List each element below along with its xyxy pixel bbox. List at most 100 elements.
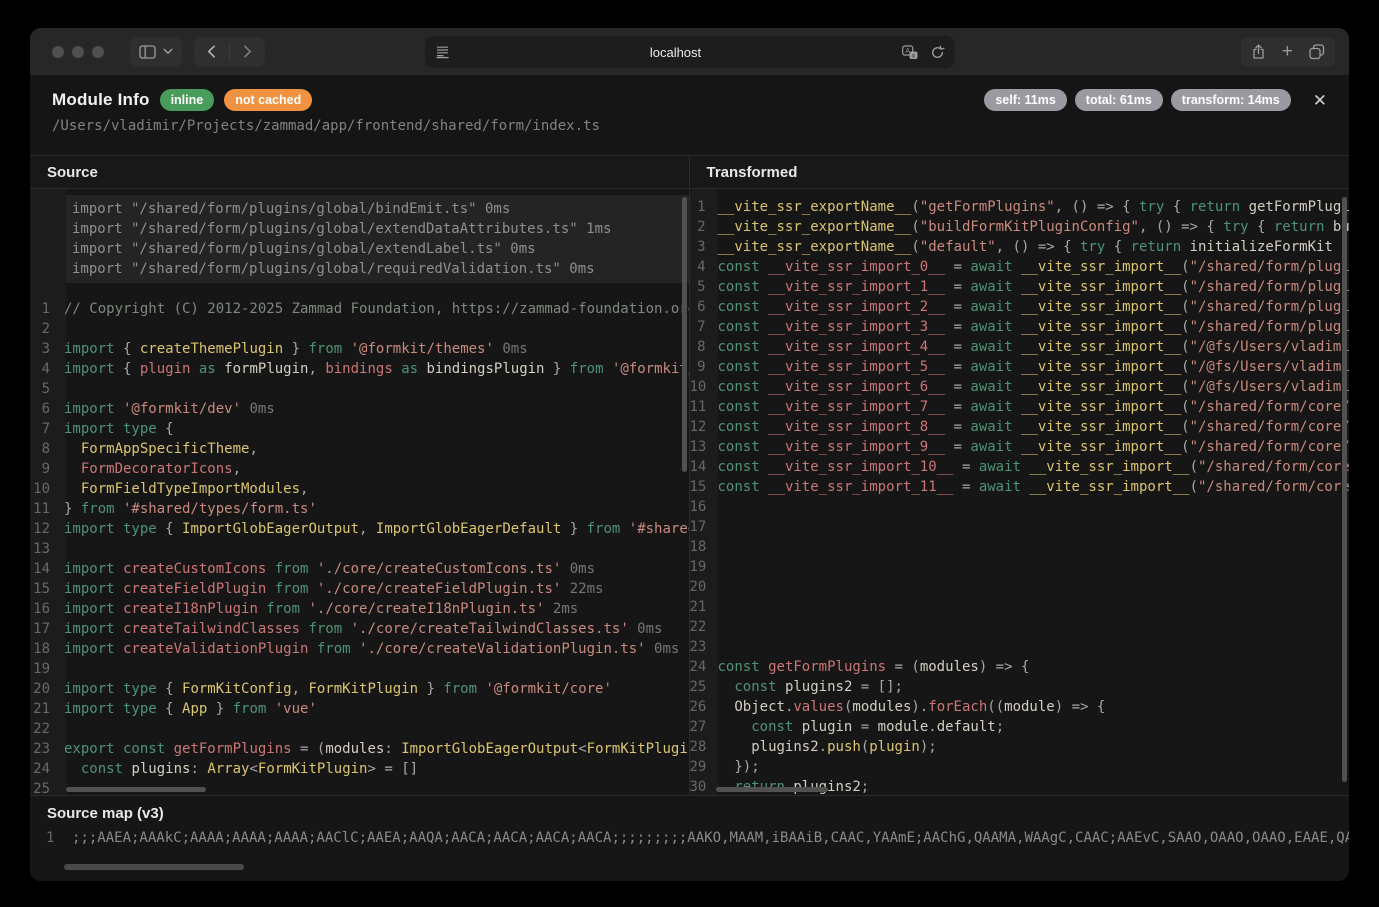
code-line: 12import type { ImportGlobEagerOutput, I… — [30, 519, 689, 539]
address-bar[interactable]: localhost A x — [425, 36, 955, 68]
code-text — [58, 719, 64, 739]
line-number: 5 — [690, 277, 712, 297]
line-number: 18 — [30, 639, 58, 659]
code-line: 3__vite_ssr_exportName__("default", () =… — [690, 237, 1350, 257]
tab-overview-icon[interactable] — [1309, 44, 1325, 60]
line-number: 22 — [30, 719, 58, 739]
line-number: 3 — [690, 237, 712, 257]
transformed-panel: Transformed 1__vite_ssr_exportName__("ge… — [690, 156, 1350, 795]
code-text — [712, 597, 718, 617]
line-number: 1 — [690, 197, 712, 217]
sourcemap-mappings: ;;;AAEA;AAAkC;AAAA;AAAA;AAAA;AAClC;AAEA;… — [58, 828, 1349, 848]
code-text: import type { ImportGlobEagerOutput, Imp… — [58, 519, 689, 539]
code-text: import createI18nPlugin from './core/cre… — [58, 599, 578, 619]
code-text: FormDecoratorIcons, — [58, 459, 241, 479]
chevron-down-icon[interactable] — [163, 48, 173, 55]
line-number: 23 — [30, 739, 58, 759]
code-line: 23export const getFormPlugins = (modules… — [30, 739, 689, 759]
code-line: 16import createI18nPlugin from './core/c… — [30, 599, 689, 619]
line-number: 19 — [30, 659, 58, 679]
code-text — [712, 557, 718, 577]
source-vertical-scrollbar[interactable] — [682, 197, 687, 472]
code-line: 16 — [690, 497, 1350, 517]
line-number: 9 — [690, 357, 712, 377]
code-line: 20import type { FormKitConfig, FormKitPl… — [30, 679, 689, 699]
code-line: 8const __vite_ssr_import_4__ = await __v… — [690, 337, 1350, 357]
code-text — [58, 659, 64, 679]
line-number: 26 — [690, 697, 712, 717]
code-line: 5 — [30, 379, 689, 399]
line-number: 10 — [30, 479, 58, 499]
url-text[interactable]: localhost — [450, 45, 902, 60]
code-text: const __vite_ssr_import_11__ = await __v… — [712, 477, 1350, 497]
inline-import-line: import "/shared/form/plugins/global/bind… — [72, 199, 689, 219]
sourcemap-title: Source map (v3) — [47, 805, 164, 822]
source-code-area[interactable]: import "/shared/form/plugins/global/bind… — [30, 189, 689, 795]
source-panel-title: Source — [47, 164, 98, 181]
line-number: 9 — [30, 459, 58, 479]
sourcemap-line: 1 ;;;AAEA;AAAkC;AAAA;AAAA;AAAA;AAClC;AAE… — [30, 828, 1349, 848]
line-number: 17 — [30, 619, 58, 639]
code-line: 18 — [690, 537, 1350, 557]
code-text — [58, 779, 64, 795]
code-text: const __vite_ssr_import_0__ = await __vi… — [712, 257, 1350, 277]
sourcemap-horizontal-scrollbar[interactable] — [64, 864, 244, 870]
minimize-window-button[interactable] — [72, 46, 84, 58]
close-icon[interactable]: ✕ — [1313, 92, 1327, 109]
code-line: 24 const plugins: Array<FormKitPlugin> =… — [30, 759, 689, 779]
line-number: 20 — [690, 577, 712, 597]
code-text: import { createThemePlugin } from '@form… — [58, 339, 528, 359]
transform-time-badge: transform: 14ms — [1171, 89, 1291, 111]
code-text: __vite_ssr_exportName__("default", () =>… — [712, 237, 1333, 257]
sidebar-icon[interactable] — [139, 45, 156, 59]
code-line: 28 plugins2.push(plugin); — [690, 737, 1350, 757]
browser-toolbar: localhost A x — [30, 28, 1349, 76]
line-number: 8 — [690, 337, 712, 357]
line-number: 16 — [30, 599, 58, 619]
code-text: import createCustomIcons from './core/cr… — [58, 559, 595, 579]
sourcemap-line-number: 1 — [30, 828, 58, 848]
code-text — [712, 617, 718, 637]
line-number: 6 — [690, 297, 712, 317]
line-number: 30 — [690, 777, 712, 795]
reload-icon[interactable] — [930, 45, 945, 60]
transformed-vertical-scrollbar[interactable] — [1342, 197, 1347, 782]
code-line: 30 return plugins2; — [690, 777, 1350, 795]
code-text: import { plugin as formPlugin, bindings … — [58, 359, 689, 379]
share-icon[interactable] — [1251, 44, 1266, 60]
code-line: 3import { createThemePlugin } from '@for… — [30, 339, 689, 359]
browser-window: localhost A x — [30, 28, 1349, 881]
source-panel-header: Source — [30, 156, 689, 189]
line-number: 22 — [690, 617, 712, 637]
line-number: 8 — [30, 439, 58, 459]
code-line: 6const __vite_ssr_import_2__ = await __v… — [690, 297, 1350, 317]
line-number: 13 — [30, 539, 58, 559]
zoom-window-button[interactable] — [92, 46, 104, 58]
code-line: 4import { plugin as formPlugin, bindings… — [30, 359, 689, 379]
line-number: 12 — [690, 417, 712, 437]
forward-button[interactable] — [230, 37, 265, 67]
code-line: 17import createTailwindClasses from './c… — [30, 619, 689, 639]
line-number: 27 — [690, 717, 712, 737]
transformed-horizontal-scrollbar[interactable] — [716, 787, 828, 792]
source-horizontal-scrollbar[interactable] — [66, 787, 206, 792]
code-line: 9 FormDecoratorIcons, — [30, 459, 689, 479]
transformed-code-area[interactable]: 1__vite_ssr_exportName__("getFormPlugins… — [690, 189, 1350, 795]
total-time-badge: total: 61ms — [1075, 89, 1163, 111]
code-text: const __vite_ssr_import_3__ = await __vi… — [712, 317, 1350, 337]
code-line: 1// Copyright (C) 2012-2025 Zammad Found… — [30, 299, 689, 319]
code-line: 19 — [30, 659, 689, 679]
code-line: 14import createCustomIcons from './core/… — [30, 559, 689, 579]
new-tab-icon[interactable]: + — [1282, 42, 1293, 61]
back-button[interactable] — [194, 37, 229, 67]
translate-icon[interactable]: A x — [902, 45, 918, 60]
close-window-button[interactable] — [52, 46, 64, 58]
code-line: 11const __vite_ssr_import_7__ = await __… — [690, 397, 1350, 417]
code-text: import createTailwindClasses from './cor… — [58, 619, 662, 639]
toolbar-right-group: + — [1241, 37, 1335, 67]
code-line: 13const __vite_ssr_import_9__ = await __… — [690, 437, 1350, 457]
code-text: import type { App } from 'vue' — [58, 699, 317, 719]
line-number: 2 — [690, 217, 712, 237]
reader-view-icon[interactable] — [435, 45, 450, 59]
code-text: import createValidationPlugin from './co… — [58, 639, 679, 659]
